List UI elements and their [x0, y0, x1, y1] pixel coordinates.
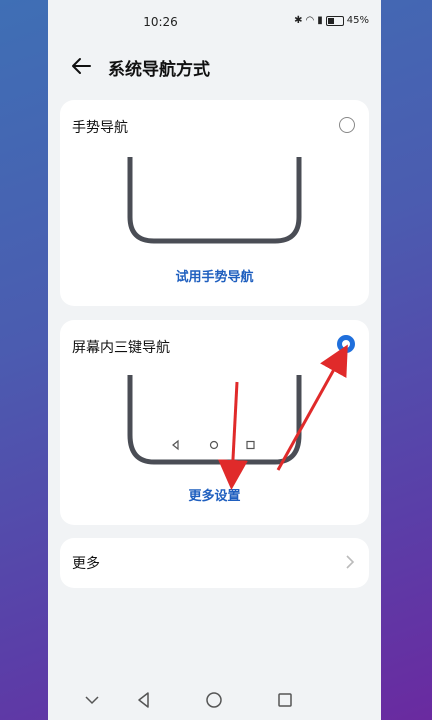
signal-icon: ▮ — [317, 15, 323, 26]
bluetooth-icon: ✱ — [294, 15, 303, 26]
more-row[interactable]: 更多 — [60, 538, 369, 588]
try-gesture-link[interactable]: 试用手势导航 — [60, 266, 369, 285]
nav-back-key-icon — [172, 439, 179, 451]
three-key-nav-label: 屏幕内三键导航 — [72, 340, 170, 356]
gesture-phone-illustration — [127, 157, 302, 244]
status-time: 10:26 — [143, 15, 178, 29]
page-header: 系统导航方式 — [48, 48, 381, 88]
nav-recent-key-icon — [246, 440, 255, 450]
status-bar: 10:26 ✱ ◠ ▮ 45% — [48, 0, 381, 46]
three-key-nav-card[interactable]: 屏幕内三键导航 更多设置 — [60, 320, 369, 525]
battery-percent: 45% — [346, 15, 369, 26]
wifi-icon: ◠ — [305, 15, 315, 26]
gesture-nav-radio[interactable] — [339, 117, 355, 133]
more-settings-link[interactable]: 更多设置 — [60, 485, 369, 504]
battery-icon — [325, 15, 344, 26]
system-nav-bar — [48, 680, 381, 720]
more-label: 更多 — [72, 556, 100, 572]
chevron-right-icon — [346, 555, 355, 569]
nav-back-icon[interactable] — [134, 690, 154, 710]
three-key-nav-radio[interactable] — [337, 335, 355, 353]
page-title: 系统导航方式 — [108, 60, 210, 80]
three-key-phone-illustration — [127, 375, 302, 465]
nav-recent-icon[interactable] — [275, 690, 295, 710]
gesture-nav-card[interactable]: 手势导航 试用手势导航 — [60, 100, 369, 306]
status-icons: ✱ ◠ ▮ 45% — [294, 15, 369, 26]
phone-screen: 10:26 ✱ ◠ ▮ 45% 系统导航方式 手势导航 试用手势导航 屏幕内三键… — [48, 0, 381, 720]
nav-home-key-icon — [209, 440, 219, 450]
nav-down-chevron-icon[interactable] — [82, 690, 102, 710]
nav-home-icon[interactable] — [204, 690, 224, 710]
back-arrow-icon[interactable] — [70, 54, 94, 78]
gesture-nav-label: 手势导航 — [72, 120, 128, 136]
